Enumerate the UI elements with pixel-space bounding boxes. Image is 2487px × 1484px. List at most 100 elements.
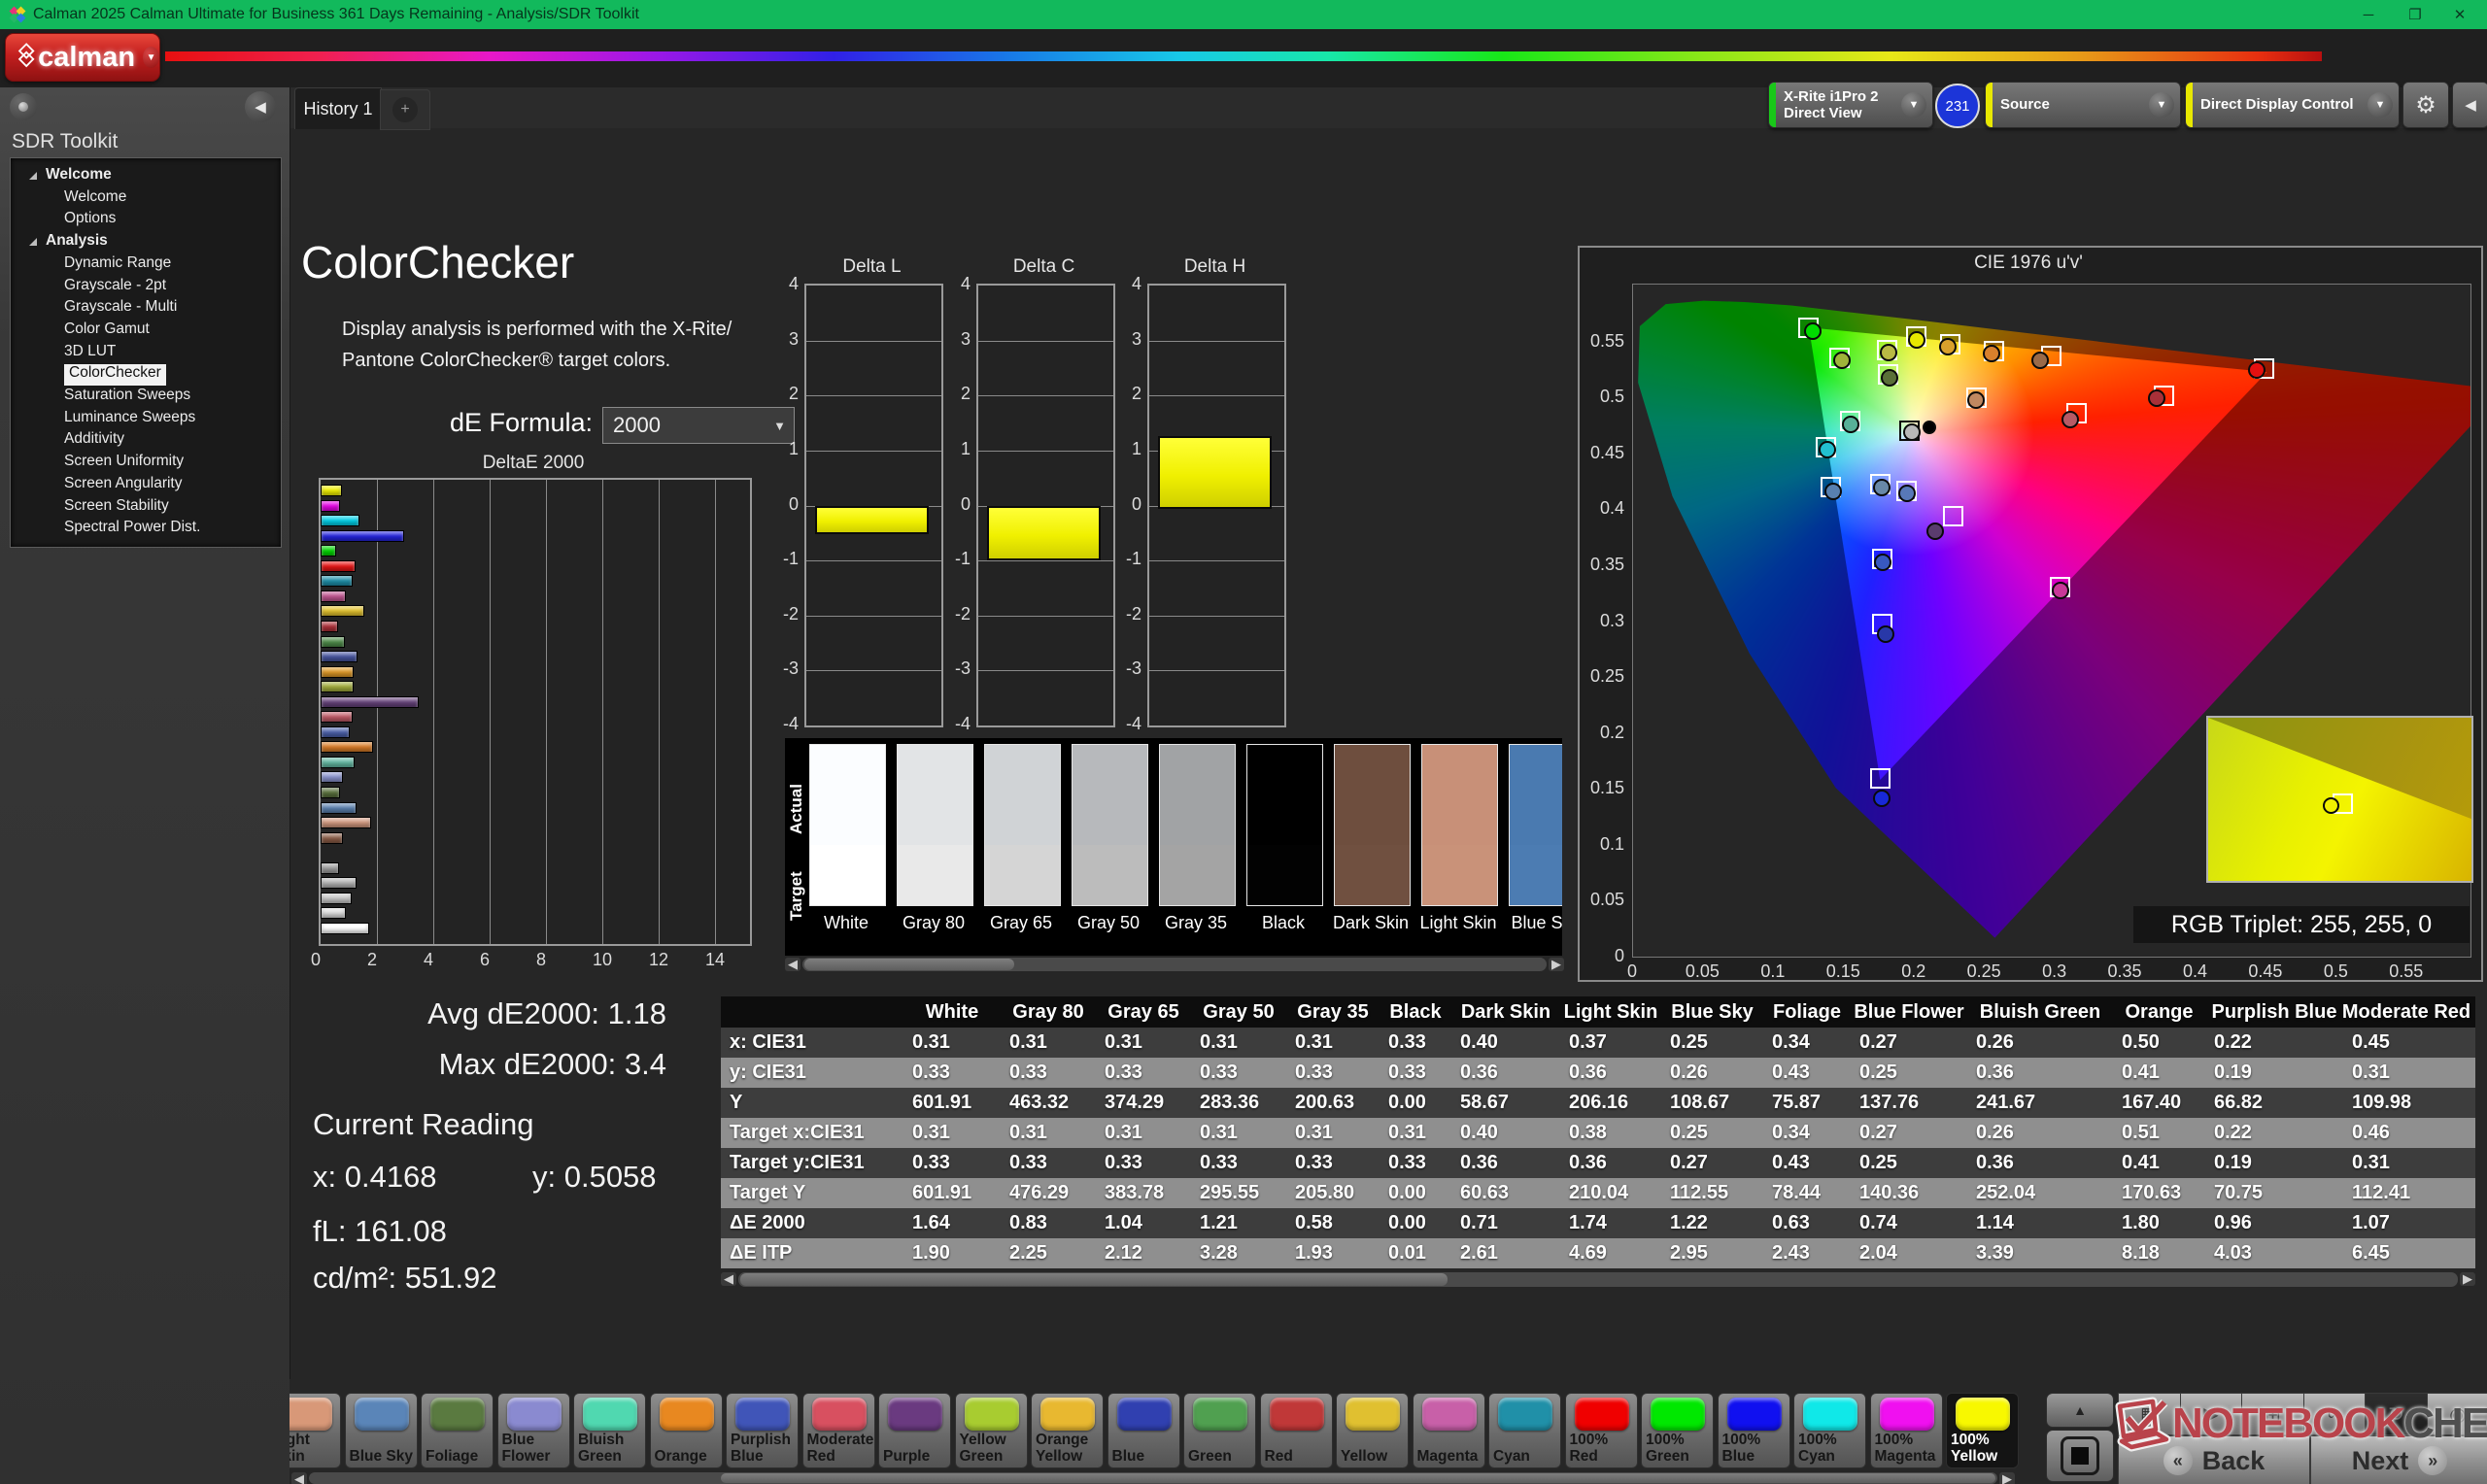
patch-button-100-cyan[interactable]: 100% Cyan: [1793, 1393, 1866, 1468]
sidebar-item-spectral-power-dist-[interactable]: Spectral Power Dist.: [64, 519, 200, 540]
sidebar-item-colorchecker[interactable]: ColorChecker: [64, 364, 166, 387]
expander-triangle-icon[interactable]: [29, 238, 37, 247]
expander-triangle-icon[interactable]: [29, 172, 37, 180]
sidebar-item-analysis[interactable]: Analysis: [29, 232, 108, 253]
deltae-x-tick: 0: [311, 950, 322, 969]
patch-button-bluish-green[interactable]: Bluish Green: [573, 1393, 646, 1468]
swatch-scrollbar-thumb[interactable]: [804, 959, 1014, 970]
table-cell: 6.45: [2352, 1242, 2390, 1264]
refresh-button[interactable]: ↻: [2365, 1393, 2428, 1435]
table-cell: 8.18: [2122, 1242, 2160, 1264]
swatch-scroll-left-arrow[interactable]: ◀: [785, 957, 801, 971]
patch-button-moderate-red[interactable]: Moderate Red: [801, 1393, 875, 1468]
table-col-header: Dark Skin: [1460, 1000, 1551, 1023]
sidebar-item-screen-stability[interactable]: Screen Stability: [64, 497, 169, 519]
sidebar-item-dynamic-range[interactable]: Dynamic Range: [64, 254, 171, 276]
patch-button-blue-sky[interactable]: Blue Sky: [344, 1393, 418, 1468]
patch-row-up-button[interactable]: ▲: [2046, 1393, 2114, 1428]
swatch-scroll-right-arrow[interactable]: ▶: [1549, 957, 1564, 971]
deltae-x-tick: 14: [705, 950, 726, 969]
patch-button-blue[interactable]: Blue: [1107, 1393, 1180, 1468]
sidebar-orb-button[interactable]: [10, 93, 37, 120]
patch-button-100-yellow[interactable]: 100% Yellow: [1946, 1393, 2019, 1468]
patch-scroll-left-arrow[interactable]: ◀: [291, 1471, 307, 1484]
sidebar-item-3d-lut[interactable]: 3D LUT: [64, 343, 116, 364]
patch-button-green[interactable]: Green: [1183, 1393, 1256, 1468]
next-button[interactable]: Next »: [2310, 1435, 2487, 1484]
patch-button-light-skin[interactable]: Light Skin: [290, 1393, 341, 1468]
sidebar-item-grayscale-2pt[interactable]: Grayscale - 2pt: [64, 277, 166, 298]
table-cell: 200.63: [1295, 1092, 1355, 1113]
patch-chip: [1421, 1398, 1477, 1431]
sidebar-item-grayscale-multi[interactable]: Grayscale - Multi: [64, 298, 177, 320]
patch-button-100-green[interactable]: 100% Green: [1641, 1393, 1714, 1468]
pattern-window-icon: ▦: [2140, 1403, 2159, 1426]
table-row-label: x: CIE31: [730, 1031, 806, 1053]
patch-button-yellow-green[interactable]: Yellow Green: [954, 1393, 1028, 1468]
profile-button[interactable]: ◉: [2426, 1393, 2487, 1435]
pattern-window-button[interactable]: ▦: [2118, 1393, 2181, 1435]
sidebar-collapse-button[interactable]: ◀: [245, 91, 276, 122]
colorchecker-swatch-strip: Actual Target White Gray 80 Gray 65 Gray 50 Gr…: [785, 738, 1562, 956]
current-reading-cdm2: cd/m²: 551.92: [313, 1261, 497, 1295]
table-scrollbar-thumb[interactable]: [740, 1273, 1448, 1286]
patch-button-purple[interactable]: Purple: [878, 1393, 951, 1468]
sidebar-item-additivity[interactable]: Additivity: [64, 430, 124, 452]
table-cell: 0.31: [2352, 1062, 2390, 1083]
table-scroll-left-arrow[interactable]: ◀: [721, 1271, 736, 1286]
cie-measured-white: [1903, 422, 1922, 441]
tab-history-1[interactable]: History 1: [294, 87, 382, 129]
table-row: x: CIE31 0.31 0.31 0.31 0.31 0.31 0.33 0.40 0.37…: [721, 1028, 2475, 1058]
play-button[interactable]: ▶: [2179, 1393, 2243, 1435]
sidebar-item-saturation-sweeps[interactable]: Saturation Sweeps: [64, 387, 190, 408]
table-scroll-right-arrow[interactable]: ▶: [2460, 1271, 2475, 1286]
collapse-right-panel-button[interactable]: ◀: [2452, 82, 2487, 128]
patch-scrollbar-thumb[interactable]: [721, 1473, 1995, 1483]
display-control-dropdown[interactable]: Direct Display Control ▼: [2185, 82, 2400, 128]
patch-button-orange[interactable]: Orange: [649, 1393, 723, 1468]
deltae-x-tick: 6: [480, 950, 491, 969]
patch-button-magenta[interactable]: Magenta: [1412, 1393, 1485, 1468]
table-cell: 0.51: [2122, 1122, 2160, 1143]
patch-button-yellow[interactable]: Yellow: [1336, 1393, 1409, 1468]
minimize-button[interactable]: ─: [2347, 0, 2390, 29]
patch-button-100-magenta[interactable]: 100% Magenta: [1869, 1393, 1943, 1468]
sidebar-item-screen-angularity[interactable]: Screen Angularity: [64, 475, 183, 496]
patch-button-100-red[interactable]: 100% Red: [1564, 1393, 1638, 1468]
sidebar-item-welcome[interactable]: Welcome: [29, 166, 112, 187]
settings-button[interactable]: ⚙: [2402, 82, 2449, 128]
pattern-insert-button[interactable]: ⊞: [2241, 1393, 2304, 1435]
rgb-triplet-readout: RGB Triplet: 255, 255, 0: [2133, 906, 2470, 943]
sidebar-item-options[interactable]: Options: [64, 210, 116, 231]
cie-measured-cyan: [1872, 479, 1891, 497]
patch-button-100-blue[interactable]: 100% Blue: [1717, 1393, 1790, 1468]
cie-measured-yellow: [1879, 343, 1897, 361]
patch-button-cyan[interactable]: Cyan: [1488, 1393, 1561, 1468]
patch-button-blue-flower[interactable]: Blue Flower: [496, 1393, 570, 1468]
de-formula-select[interactable]: 2000 ▼: [602, 407, 795, 444]
close-button[interactable]: ✕: [2438, 0, 2481, 29]
source-dropdown[interactable]: Source ▼: [1985, 82, 2181, 128]
patch-button-purplish-blue[interactable]: Purplish Blue: [726, 1393, 799, 1468]
patch-button-red[interactable]: Red: [1259, 1393, 1333, 1468]
patch-button-foliage[interactable]: Foliage: [421, 1393, 494, 1468]
add-tab-button[interactable]: +: [380, 89, 430, 130]
sidebar-item-color-gamut[interactable]: Color Gamut: [64, 320, 150, 342]
sidebar-item-screen-uniformity[interactable]: Screen Uniformity: [64, 453, 184, 474]
swatch-target-blue-sky: [1509, 845, 1562, 906]
sidebar-item-luminance-sweeps[interactable]: Luminance Sweeps: [64, 409, 195, 430]
stop-measure-button[interactable]: [2046, 1430, 2114, 1482]
table-cell: 0.31: [912, 1031, 950, 1053]
meter-dropdown[interactable]: X-Rite i1Pro 2 Direct View ▼: [1768, 82, 1933, 128]
loop-button[interactable]: ∞: [2302, 1393, 2367, 1435]
patch-scroll-right-arrow[interactable]: ▶: [1999, 1471, 2015, 1484]
calman-menu-button[interactable]: calman ▼: [5, 33, 160, 82]
sidebar-item-welcome[interactable]: Welcome: [64, 188, 126, 210]
maximize-button[interactable]: ❐: [2394, 0, 2436, 29]
table-col-header: Black: [1389, 1000, 1442, 1023]
cie-x-tick: 0.5: [2323, 961, 2348, 981]
cie-x-tick: 0.3: [2042, 961, 2067, 981]
table-cell: 283.36: [1200, 1092, 1260, 1113]
back-button[interactable]: « Back: [2118, 1435, 2310, 1484]
patch-button-orange-yellow[interactable]: Orange Yellow: [1031, 1393, 1104, 1468]
